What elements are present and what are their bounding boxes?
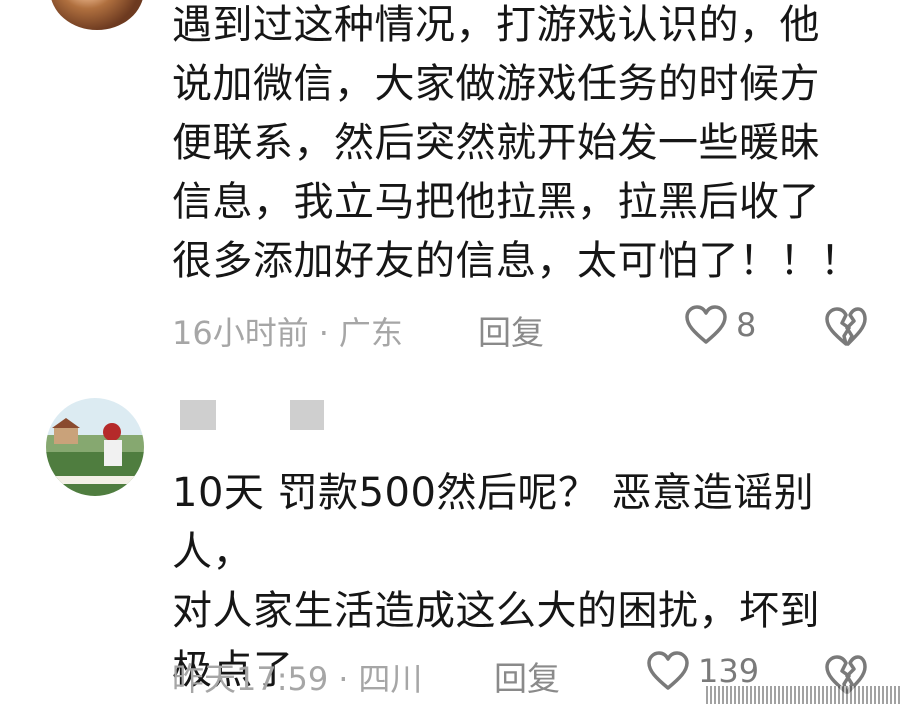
comment-text: 遇到过这种情况，打游戏认识的，他 说加微信，大家做游戏任务的时候方 便联系，然后… [172,0,872,291]
comment-text-line: 遇到过这种情况，打游戏认识的，他 [172,2,820,48]
comment-text-line: 信息，我立马把他拉黑，拉黑后收了 [172,179,820,225]
heart-outline-icon [646,650,690,692]
avatar[interactable] [50,0,144,30]
meta-separator: · [318,314,329,352]
broken-heart-icon[interactable] [824,306,868,348]
comment-meta: 16小时前 · 广东 [172,308,403,354]
comment-location: 四川 [358,660,423,698]
comment-text-line: 便联系，然后突然就开始发一些暖昧 [172,120,820,166]
comment-time: 16小时前 [172,314,309,352]
meta-separator: · [338,660,349,698]
comment-text-line: 对人家生活造成这么大的困扰，坏到 [172,588,820,634]
like-count: 139 [698,652,760,690]
comment-item: 10天 罚款500然后呢？ 恶意造谣别人， 对人家生活造成这么大的困扰，坏到 极… [0,372,922,727]
redacted-username-block [180,400,216,430]
heart-outline-icon [684,304,728,346]
comment-meta: 昨天17:59 · 四川 [172,654,422,700]
reply-button[interactable]: 回复 [478,306,544,354]
avatar-illustration [52,418,136,484]
watermark [706,686,902,704]
comment-text-line: 10天 罚款500然后呢？ 恶意造谣别人， [172,470,815,575]
avatar[interactable] [46,398,144,496]
comment-time: 昨天17:59 [172,660,329,698]
reply-button[interactable]: 回复 [494,652,560,700]
like-count: 8 [736,306,757,344]
comment-location: 广东 [338,314,403,352]
redacted-username-block [290,400,324,430]
like-button[interactable]: 8 [684,304,756,346]
comment-text-line: 很多添加好友的信息，太可怕了！！！ [172,238,861,284]
comment-text-line: 说加微信，大家做游戏任务的时候方 [172,61,820,107]
comment-item: 遇到过这种情况，打游戏认识的，他 说加微信，大家做游戏任务的时候方 便联系，然后… [0,0,922,372]
